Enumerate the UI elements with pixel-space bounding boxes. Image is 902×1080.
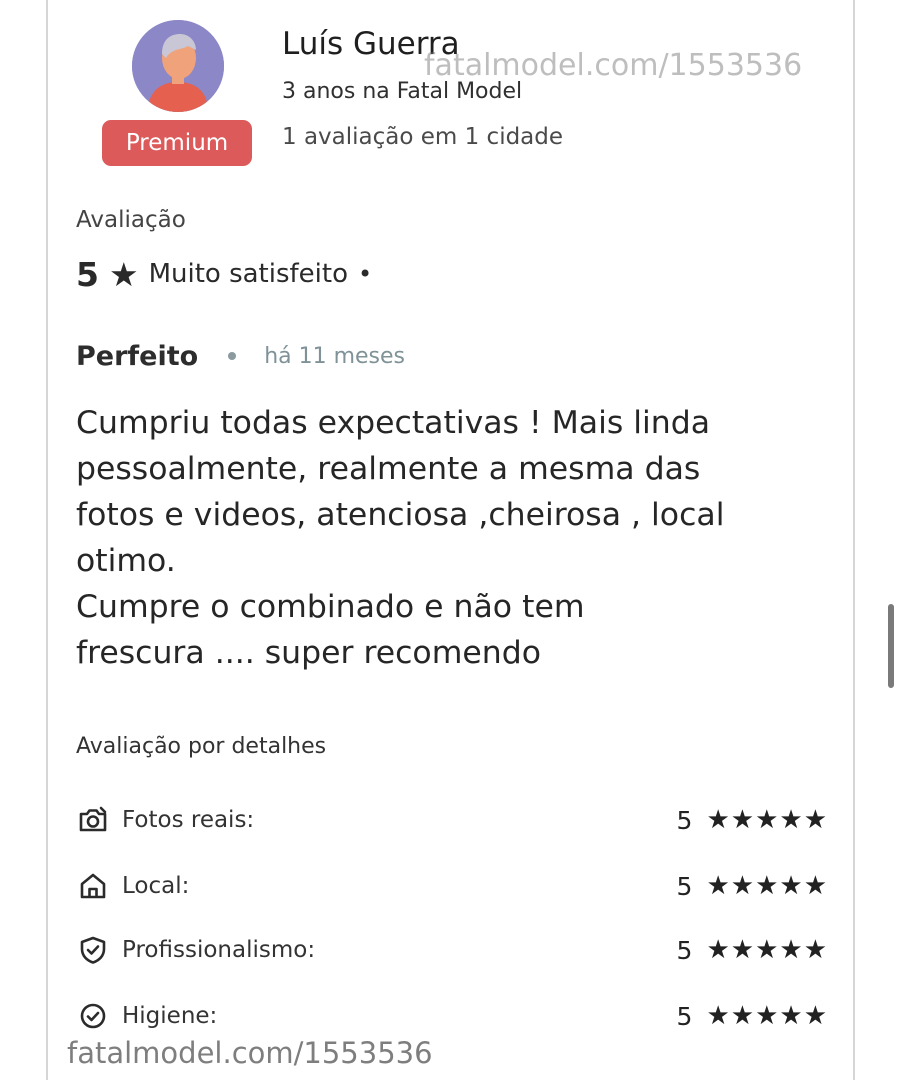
detail-label: Fotos reais: bbox=[122, 807, 255, 833]
detail-row-local: Local: 5 ★★★★★ bbox=[76, 866, 828, 906]
detail-score: 5 bbox=[676, 805, 693, 835]
detail-stars: ★★★★★ bbox=[706, 935, 828, 965]
reviewer-review-count: 1 avaliação em 1 cidade bbox=[282, 124, 564, 150]
avatar[interactable] bbox=[132, 20, 224, 112]
camera-icon bbox=[76, 803, 110, 837]
scrollbar-thumb[interactable] bbox=[888, 604, 894, 688]
detail-row-profissionalismo: Profissionalismo: 5 ★★★★★ bbox=[76, 930, 828, 970]
detail-label: Profissionalismo: bbox=[122, 937, 316, 963]
rating-separator: • bbox=[357, 260, 373, 288]
watermark-top: fatalmodel.com/1553536 bbox=[424, 48, 803, 83]
review-body-line: Cumpre o combinado e não tem bbox=[76, 589, 585, 625]
detail-score: 5 bbox=[676, 935, 693, 965]
detail-stars: ★★★★★ bbox=[706, 1001, 828, 1031]
card-left-border bbox=[46, 0, 48, 1080]
detail-label: Local: bbox=[122, 873, 190, 899]
detail-stars: ★★★★★ bbox=[706, 871, 828, 901]
review-time: há 11 meses bbox=[264, 343, 406, 369]
review-body-line: Cumpriu todas expectativas ! Mais linda bbox=[76, 405, 711, 441]
review-header: Perfeito há 11 meses bbox=[76, 336, 405, 376]
detail-score: 5 bbox=[676, 871, 693, 901]
shield-check-icon bbox=[76, 933, 110, 967]
watermark-bottom: fatalmodel.com/1553536 bbox=[67, 1036, 433, 1070]
detail-label: Higiene: bbox=[122, 1003, 218, 1029]
review-body-line: pessoalmente, realmente a mesma das bbox=[76, 451, 701, 487]
review-separator-dot bbox=[228, 352, 237, 360]
detail-score: 5 bbox=[676, 1001, 693, 1031]
rating-heading: Avaliação bbox=[76, 207, 186, 233]
detail-row-higiene: Higiene: 5 ★★★★★ bbox=[76, 996, 828, 1036]
check-circle-icon bbox=[76, 999, 110, 1033]
review-title: Perfeito bbox=[76, 340, 199, 372]
home-icon bbox=[76, 869, 110, 903]
person-icon bbox=[132, 20, 224, 112]
review-body-line: otimo. bbox=[76, 543, 176, 579]
details-heading: Avaliação por detalhes bbox=[76, 734, 327, 759]
star-icon: ★ bbox=[108, 254, 139, 294]
premium-badge: Premium bbox=[102, 120, 252, 166]
review-body-line: frescura .... super recomendo bbox=[76, 635, 541, 671]
rating-description: Muito satisfeito bbox=[148, 259, 348, 289]
rating-value: 5 bbox=[76, 254, 99, 294]
detail-stars: ★★★★★ bbox=[706, 805, 828, 835]
overall-rating: 5 ★ Muito satisfeito • bbox=[76, 254, 372, 294]
review-body-line: fotos e videos, atenciosa ,cheirosa , lo… bbox=[76, 497, 725, 533]
detail-row-fotos-reais: Fotos reais: 5 ★★★★★ bbox=[76, 800, 828, 840]
review-body: Cumpriu todas expectativas ! Mais linda … bbox=[76, 400, 816, 676]
card-right-border bbox=[853, 0, 855, 1080]
